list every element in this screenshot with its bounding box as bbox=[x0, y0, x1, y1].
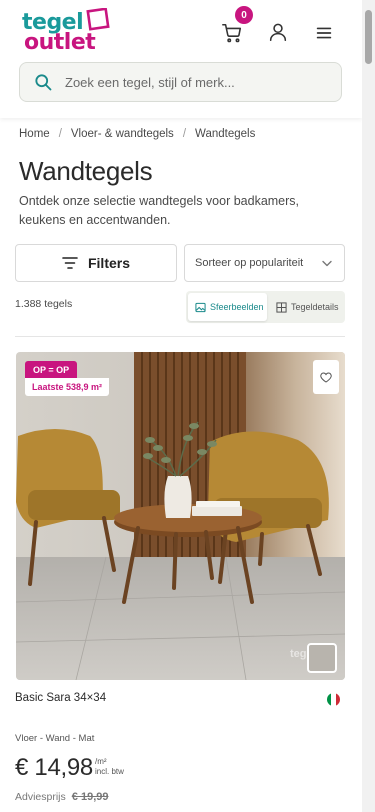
product-image[interactable] bbox=[16, 352, 345, 680]
search-bar[interactable]: Zoek een tegel, stijl of merk... bbox=[19, 62, 342, 102]
breadcrumb-floor-wall[interactable]: Vloer- & wandtegels bbox=[71, 128, 174, 140]
filter-lines-icon bbox=[62, 257, 78, 269]
view-ambient-button[interactable]: Sfeerbeelden bbox=[188, 293, 267, 321]
badge-remaining-stock: Laatste 538,9 m² bbox=[25, 378, 110, 396]
divider bbox=[15, 336, 345, 337]
price-unit-tax: incl. btw bbox=[95, 767, 124, 776]
page-description: Ontdek onze selectie wandtegels voor bad… bbox=[19, 194, 300, 227]
view-tile-details-label: Tegeldetails bbox=[291, 302, 339, 312]
sort-selected-value: Sorteer op populariteit bbox=[195, 257, 304, 269]
logo-text-outlet: outlet bbox=[24, 30, 96, 55]
account-icon[interactable] bbox=[267, 21, 289, 43]
product-name[interactable]: Basic Sara 34×34 bbox=[15, 692, 106, 704]
filters-label: Filters bbox=[87, 255, 130, 271]
cart-icon[interactable] bbox=[221, 22, 243, 44]
site-logo[interactable]: tegel outlet bbox=[22, 8, 118, 56]
filters-button[interactable]: Filters bbox=[15, 244, 177, 282]
search-input[interactable]: Zoek een tegel, stijl of merk... bbox=[65, 75, 235, 90]
view-tile-details-button[interactable]: Tegeldetails bbox=[270, 293, 343, 321]
badge-sale: OP = OP bbox=[25, 361, 78, 378]
chevron-down-icon bbox=[322, 260, 332, 267]
tile-detail-thumbnail[interactable] bbox=[307, 643, 337, 673]
breadcrumb-separator: / bbox=[58, 128, 62, 140]
advice-price-row: Adviesprijs € 19,99 bbox=[15, 791, 108, 803]
advice-label: Adviesprijs bbox=[15, 791, 66, 803]
image-icon bbox=[195, 302, 206, 312]
result-count: 1.388 tegels bbox=[15, 298, 73, 310]
breadcrumb-home[interactable]: Home bbox=[19, 128, 50, 140]
view-ambient-label: Sfeerbeelden bbox=[210, 302, 264, 312]
favorite-button[interactable] bbox=[313, 360, 339, 394]
breadcrumb-current[interactable]: Wandtegels bbox=[195, 128, 255, 140]
logo-square-icon bbox=[86, 8, 110, 31]
grid-icon bbox=[276, 301, 287, 313]
page-scrollbar[interactable] bbox=[362, 0, 375, 812]
product-meta: Vloer - Wand - Mat bbox=[15, 733, 95, 744]
cart-count-badge: 0 bbox=[235, 6, 253, 24]
product-price: € 14,98 bbox=[15, 754, 93, 781]
advice-price: € 19,99 bbox=[71, 791, 109, 803]
page-title: Wandtegels bbox=[19, 156, 153, 186]
italy-flag-icon bbox=[327, 693, 340, 706]
view-toggle: Sfeerbeelden Tegeldetails bbox=[186, 291, 345, 323]
site-header: tegel outlet 0 Zoek een tegel, stijl of … bbox=[0, 0, 362, 118]
breadcrumb: Home / Vloer- & wandtegels / Wandtegels bbox=[19, 128, 255, 140]
price-unit: /m² incl. btw bbox=[95, 757, 124, 777]
breadcrumb-separator: / bbox=[182, 128, 187, 140]
price-unit-per: /m² bbox=[95, 757, 107, 766]
heart-icon bbox=[320, 371, 332, 383]
scrollbar-thumb[interactable] bbox=[365, 10, 372, 64]
menu-icon[interactable] bbox=[313, 22, 335, 44]
search-icon bbox=[35, 74, 52, 91]
sort-select[interactable]: Sorteer op populariteit bbox=[184, 244, 345, 282]
